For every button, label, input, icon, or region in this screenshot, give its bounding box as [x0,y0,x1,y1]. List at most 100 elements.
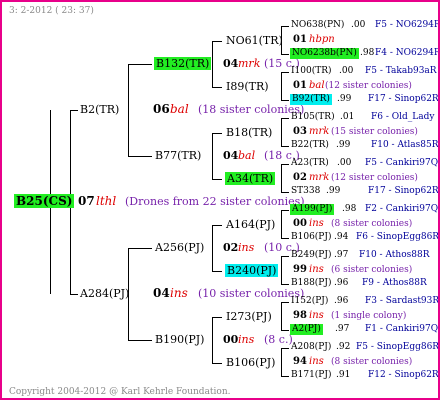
i100-ref[interactable]: F5 - Takab93aR [365,67,437,76]
b190-colony[interactable]: B190(PJ) [155,334,204,345]
b105-value: .01 [340,112,355,122]
b18-year: 03 [293,126,307,137]
no6238b-ref[interactable]: F4 - NO6294R [375,49,438,58]
a34-year: 02 [293,172,307,183]
header-timestamp: 3: 2-2012 ( 23: 37) [9,6,94,16]
b22-value: .99 [336,140,351,150]
b106-value: .94 [334,232,349,242]
a164-colony[interactable]: A164(PJ) [226,219,275,230]
b2-note: (18 sister colonies) [198,103,305,116]
a199-ref[interactable]: F2 - Cankiri97Q [365,205,438,214]
a164-note: (8 sister colonies) [331,219,413,229]
a256-marker: ins [238,241,255,254]
a284-marker: ins [170,286,188,300]
b240-marker: ins [309,264,324,275]
b132-marker: mrk [238,57,261,70]
b190-marker: ins [238,333,255,346]
i89-colony[interactable]: I89(TR) [226,81,269,92]
no638-ref[interactable]: F5 - NO6294R [375,21,438,30]
b240-colony[interactable]: B240(PJ) [225,264,279,277]
no638-name[interactable]: NO638(PN) [291,21,344,30]
a164-year: 00 [293,218,307,229]
b132-colony[interactable]: B132(TR) [154,57,212,70]
b171-ref[interactable]: F12 - Sinop62R [368,371,438,380]
b171-name[interactable]: B171(PJ) [291,371,331,380]
footer-copyright: Copyright 2004-2012 @ Karl Kehrle Founda… [9,387,231,397]
no61-marker: hbpn [309,34,335,45]
b132-year: 04 [223,57,239,70]
b240-note: (6 sister colonies) [331,265,413,275]
a208-name[interactable]: A208(PJ) [291,343,331,352]
b92-name[interactable]: B92(TR) [290,94,332,105]
a284-year: 04 [153,286,170,300]
a256-colony[interactable]: A256(PJ) [155,242,204,253]
i89-year: 01 [293,80,307,91]
b18-marker: mrk [309,126,330,137]
b188-ref[interactable]: F9 - Athos88R [362,279,427,288]
i152-name[interactable]: I152(PJ) [291,297,328,306]
gen1-note: (Drones from 22 sister colonies) [125,195,305,208]
b92-ref[interactable]: F17 - Sinop62R [368,95,438,104]
b2-marker: bal [170,102,189,116]
b171-value: .91 [336,370,351,380]
b106-name[interactable]: B106(PJ) [291,233,331,242]
i273-year: 98 [293,310,307,321]
st338-value: .99 [326,186,341,196]
a34-marker: mrk [309,172,330,183]
a208-value: .92 [336,342,351,352]
i100-value: .00 [339,66,354,76]
b77-marker: bal [238,149,256,162]
b77-year: 04 [223,149,239,162]
a23-name[interactable]: A23(TR) [291,159,329,168]
a34-note: (12 sister colonies) [331,173,418,183]
b249-value: .97 [334,250,349,260]
a34-colony[interactable]: A34(TR) [225,172,276,185]
b2-year: 06 [153,102,170,116]
b105-name[interactable]: B105(TR) [291,113,335,122]
b190-note: (8 c.) [264,333,293,346]
a23-ref[interactable]: F5 - Cankiri97Q [365,159,438,168]
b22-name[interactable]: B22(TR) [291,141,329,150]
a2-ref[interactable]: F1 - Cankiri97Q [365,325,438,334]
b188-value: .96 [334,278,349,288]
st338-ref[interactable]: F17 - Sinop62R [368,187,438,196]
no61-year: 01 [293,34,307,45]
b106b-note: (8 sister colonies) [331,357,413,367]
a2-name[interactable]: A2(PJ) [290,324,323,335]
root-colony[interactable]: B25(CS) [14,194,75,208]
a284-note: (10 sister colonies) [198,287,305,300]
i89-marker: bal [309,80,325,91]
i273-marker: ins [309,310,324,321]
b190-year: 00 [223,333,239,346]
a199-name[interactable]: A199(PJ) [290,204,335,215]
b77-colony[interactable]: B77(TR) [155,150,201,161]
b18-colony[interactable]: B18(TR) [226,127,272,138]
b105-ref[interactable]: F6 - Old_Lady [371,113,434,122]
i152-ref[interactable]: F3 - Sardast93R [365,297,438,306]
no638-value: .00 [351,20,366,30]
b2-colony[interactable]: B2(TR) [80,104,119,115]
a256-year: 02 [223,241,239,254]
a284-colony[interactable]: A284(PJ) [80,288,129,299]
i273-colony[interactable]: I273(PJ) [226,311,272,322]
a164-marker: ins [309,218,324,229]
a23-value: .00 [337,158,352,168]
a208-ref[interactable]: F5 - SinopEgg86R [356,343,438,352]
b106-colony[interactable]: B106(PJ) [226,357,275,368]
b106b-marker: ins [309,356,324,367]
no6238b-name[interactable]: NO6238b(PN) [290,48,359,59]
no61-colony[interactable]: NO61(TR) [226,35,283,46]
b240-year: 99 [293,264,307,275]
b188-name[interactable]: B188(PJ) [291,279,331,288]
b249-ref[interactable]: F10 - Athos88R [359,251,429,260]
b249-name[interactable]: B249(PJ) [291,251,331,260]
i100-name[interactable]: I100(TR) [291,67,332,76]
no6238b-value: .98 [360,48,375,58]
b18-note: (15 sister colonies) [331,127,418,137]
b22-ref[interactable]: F10 - Atlas85R [371,141,438,150]
st338-name[interactable]: ST338 [291,187,320,196]
b106-ref[interactable]: F6 - SinopEgg86R [356,233,438,242]
i273-note: (1 single colony) [331,311,407,321]
gen1-marker: lthl [96,194,117,208]
b106b-year: 94 [293,356,307,367]
